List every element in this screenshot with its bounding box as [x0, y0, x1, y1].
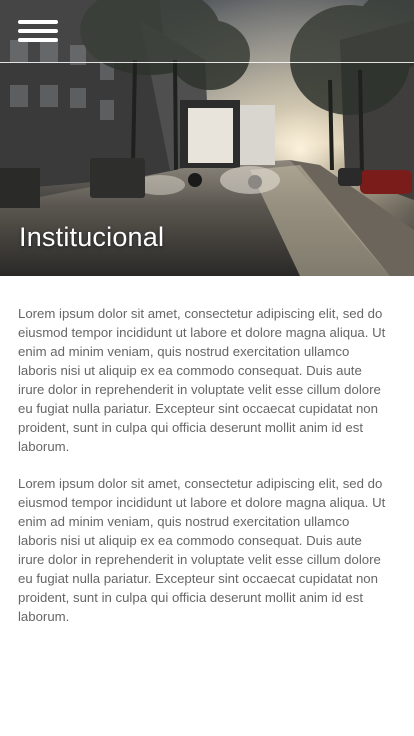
menu-bar-line: [18, 20, 58, 24]
hero-banner: Institucional: [0, 0, 414, 276]
main-content: Lorem ipsum dolor sit amet, consectetur …: [0, 276, 414, 626]
content-paragraph: Lorem ipsum dolor sit amet, consectetur …: [18, 306, 386, 454]
menu-bar-line: [18, 38, 58, 42]
content-paragraph: Lorem ipsum dolor sit amet, consectetur …: [18, 476, 386, 624]
page-title: Institucional: [19, 222, 165, 252]
menu-bar-line: [18, 29, 58, 33]
hamburger-menu-icon[interactable]: [18, 20, 58, 46]
top-navigation-bar: [0, 0, 414, 63]
